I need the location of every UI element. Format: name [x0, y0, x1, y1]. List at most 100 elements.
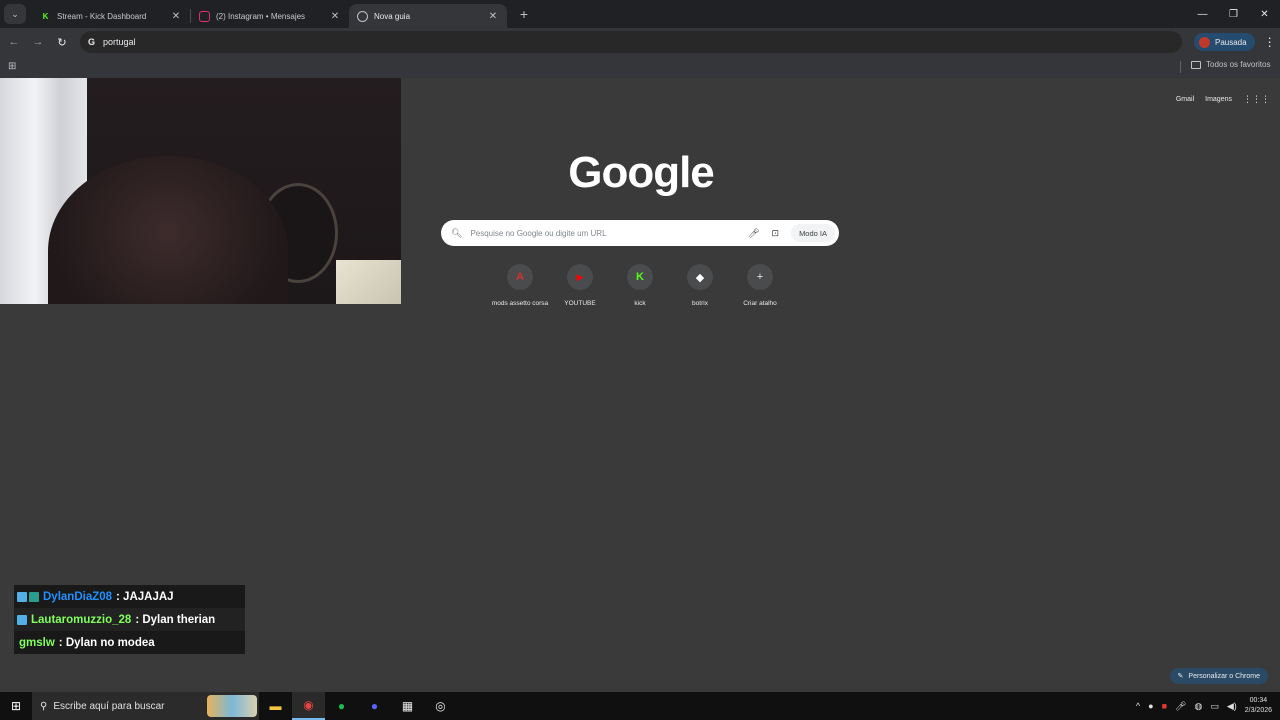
taskbar-search[interactable]: ⚲ Escribe aquí para buscar — [32, 692, 259, 720]
windows-start-icon[interactable]: ⊞ — [0, 692, 32, 720]
chat-text: : Dylan no modea — [58, 636, 155, 649]
discord-icon[interactable]: ● — [358, 692, 391, 720]
forward-arrow-icon[interactable]: → — [26, 30, 50, 54]
tab-title: (2) Instagram • Mensajes — [216, 11, 306, 21]
webcam-overlay — [0, 78, 401, 304]
chat-text: : JAJAJAJ — [116, 590, 174, 603]
shortcut-youtube[interactable]: ▶ YOUTUBE — [550, 264, 610, 307]
address-bar[interactable]: G portugal — [80, 31, 1182, 53]
taskbar: ⊞ ⚲ Escribe aquí para buscar ▬ ◉ ● ● ▦ ◎… — [0, 692, 1280, 720]
steam-icon[interactable]: ◍ — [1194, 701, 1202, 712]
apps-grid-icon[interactable]: ⊞ — [8, 61, 16, 72]
chat-message: Lautaromuzzio_28 : Dylan therian — [14, 608, 245, 631]
volume-icon[interactable]: ◀) — [1227, 701, 1237, 712]
lens-icon[interactable]: ⊡ — [772, 228, 780, 239]
more-menu-icon[interactable]: ⋮ — [1263, 35, 1277, 49]
chat-message: DylanDiaZ08 : JAJAJAJ — [14, 585, 245, 608]
pencil-icon: ✎ — [1177, 673, 1184, 680]
kick-icon: K — [627, 264, 653, 290]
customize-chrome-button[interactable]: ✎ Personalizar o Chrome — [1169, 668, 1268, 684]
divider — [1180, 61, 1181, 73]
google-apps-icon[interactable]: ⋮⋮⋮ — [1243, 94, 1270, 105]
shortcut-create[interactable]: + Criar atalho — [730, 264, 790, 307]
tab-kick-dashboard[interactable]: K Stream - Kick Dashboard ✕ — [32, 4, 190, 28]
shortcut-label: YOUTUBE — [564, 300, 596, 307]
obs-icon[interactable]: ◎ — [424, 692, 457, 720]
shortcut-label: botrix — [692, 300, 708, 307]
avatar — [1199, 36, 1210, 48]
chat-username: DylanDiaZ08 — [43, 590, 113, 603]
network-icon[interactable]: ▭ — [1210, 701, 1219, 712]
chevron-up-icon[interactable]: ^ — [1136, 701, 1140, 711]
minimize-icon[interactable]: — — [1187, 0, 1218, 28]
chrome-icon — [357, 10, 368, 22]
shortcut-label: Criar atalho — [743, 300, 777, 307]
google-logo: Google — [568, 148, 715, 197]
chat-text: : Dylan therian — [135, 613, 216, 626]
gmail-link[interactable]: Gmail — [1176, 96, 1194, 103]
system-tray: ^ ● ■ 🎤︎ ◍ ▭ ◀) 00:34 2/3/2026 — [1132, 692, 1280, 720]
close-window-icon[interactable]: ✕ — [1249, 0, 1280, 28]
instagram-icon — [199, 10, 210, 22]
shortcut-kick[interactable]: K kick — [610, 264, 670, 307]
search-box[interactable]: 🔍︎ Pesquise no Google ou digite um URL 🎤… — [441, 220, 839, 246]
shortcut-label: kick — [634, 300, 646, 307]
kick-icon: K — [42, 11, 49, 21]
plus-icon: + — [747, 264, 773, 290]
microphone-icon[interactable]: 🎤︎ — [748, 228, 759, 239]
customize-label: Personalizar o Chrome — [1188, 672, 1260, 680]
record-icon[interactable]: ■ — [1162, 701, 1167, 711]
file-explorer-icon[interactable]: ▬ — [259, 692, 292, 720]
microsoft-store-icon[interactable]: ▦ — [391, 692, 424, 720]
taskbar-search-input[interactable]: Escribe aquí para buscar — [53, 701, 164, 712]
address-text: portugal — [103, 37, 136, 47]
shortcut-botrix[interactable]: ◆ botrix — [670, 264, 730, 307]
ai-mode-button[interactable]: Modo IA — [791, 224, 835, 242]
top-links: Gmail Imagens ⋮⋮⋮ — [1165, 94, 1270, 105]
profile-label: Pausada — [1215, 37, 1247, 47]
chat-username: Lautaromuzzio_28 — [31, 613, 132, 626]
screen: ⌄ K Stream - Kick Dashboard ✕ (2) Instag… — [0, 0, 1280, 720]
search-icon: ⚲ — [40, 700, 48, 712]
restore-icon[interactable]: ❐ — [1218, 0, 1249, 28]
new-tab-page: Gmail Imagens ⋮⋮⋮ Google 🔍︎ Pesquise no … — [0, 78, 1280, 692]
reload-icon[interactable]: ↻ — [50, 30, 74, 54]
browser-toolbar: ← → ↻ G portugal Pausada ⋮ — [0, 28, 1280, 56]
close-icon[interactable]: ✕ — [487, 11, 499, 22]
assetto-corsa-icon: A — [507, 264, 533, 290]
tab-title: Stream - Kick Dashboard — [57, 11, 147, 21]
botrix-icon: ◆ — [687, 264, 713, 290]
close-icon[interactable]: ✕ — [329, 11, 341, 22]
folder-icon — [1191, 60, 1201, 69]
youtube-icon: ▶ — [567, 264, 593, 290]
badge-icon — [17, 591, 27, 602]
google-icon: G — [88, 37, 96, 47]
microphone-icon[interactable]: 🎤︎ — [1175, 701, 1186, 712]
tab-new-tab[interactable]: Nova guia ✕ — [349, 4, 507, 28]
webcam-blanket — [336, 260, 401, 304]
shortcut-assetto-corsa[interactable]: A mods assetto corsa — [490, 264, 550, 307]
chat-message: gmslw : Dylan no modea — [14, 631, 245, 654]
clock[interactable]: 00:34 2/3/2026 — [1245, 696, 1272, 716]
shortcuts-row: A mods assetto corsa ▶ YOUTUBE K kick ◆ … — [490, 264, 790, 307]
tab-strip: ⌄ K Stream - Kick Dashboard ✕ (2) Instag… — [0, 0, 1280, 28]
close-icon[interactable]: ✕ — [170, 11, 182, 22]
all-favorites-button[interactable]: Todos os favoritos — [1191, 60, 1270, 69]
spotify-icon[interactable]: ● — [325, 692, 358, 720]
shortcut-label: mods assetto corsa — [491, 300, 549, 307]
discord-tray-icon[interactable]: ● — [1148, 701, 1153, 711]
chrome-icon[interactable]: ◉ — [292, 692, 325, 720]
images-link[interactable]: Imagens — [1205, 96, 1232, 103]
back-arrow-icon[interactable]: ← — [2, 30, 26, 54]
window-controls: — ❐ ✕ — [1187, 0, 1280, 28]
tab-search-button[interactable]: ⌄ — [4, 4, 26, 24]
profile-button[interactable]: Pausada — [1194, 33, 1255, 51]
chat-overlay: DylanDiaZ08 : JAJAJAJ Lautaromuzzio_28 :… — [14, 585, 245, 654]
new-tab-button[interactable]: + — [515, 6, 533, 22]
chat-username: gmslw — [19, 636, 55, 649]
bookmarks-bar: ⊞ Todos os favoritos — [0, 56, 1280, 78]
search-icon: 🔍︎ — [451, 227, 463, 238]
search-input[interactable]: Pesquise no Google ou digite um URL — [470, 229, 748, 238]
badge-icon — [29, 591, 39, 602]
tab-instagram[interactable]: (2) Instagram • Mensajes ✕ — [191, 4, 349, 28]
